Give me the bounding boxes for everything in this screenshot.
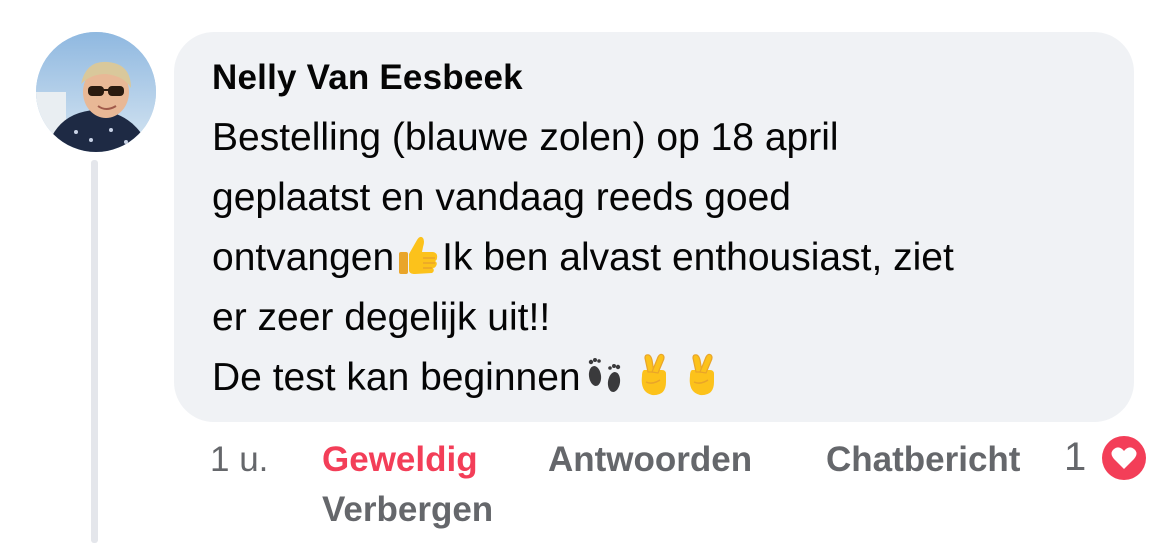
thumbs-up-icon bbox=[395, 232, 441, 278]
timestamp[interactable]: 1 u. bbox=[210, 440, 268, 480]
thread-line bbox=[91, 160, 98, 543]
reaction-count[interactable]: 1 bbox=[1064, 435, 1086, 480]
reaction-button[interactable]: Geweldig bbox=[322, 440, 478, 480]
comment-line: geplaatst en vandaag reeds goed bbox=[212, 168, 1122, 228]
comment-text: Bestelling (blauwe zolen) op 18 april bbox=[212, 116, 839, 159]
comment-line: er zeer degelijk uit!! bbox=[212, 288, 1122, 348]
footprints-icon bbox=[582, 352, 628, 398]
comment-line: ontvangen Ik ben alvast enthousiast, zie… bbox=[212, 228, 1122, 288]
crossed-fingers-icon bbox=[630, 352, 676, 398]
comment-text: Ik ben alvast enthousiast, ziet bbox=[442, 236, 954, 279]
comment-text: er zeer degelijk uit!! bbox=[212, 296, 551, 339]
heart-icon[interactable] bbox=[1098, 432, 1150, 484]
crossed-fingers-icon bbox=[678, 352, 724, 398]
comment-line: De test kan beginnen bbox=[212, 348, 1122, 408]
comment-text: geplaatst en vandaag reeds goed bbox=[212, 176, 791, 219]
reply-button[interactable]: Antwoorden bbox=[548, 440, 752, 480]
hide-button[interactable]: Verbergen bbox=[322, 490, 493, 530]
comment-body: Bestelling (blauwe zolen) op 18 april ge… bbox=[212, 108, 1122, 408]
comment-author[interactable]: Nelly Van Eesbeek bbox=[212, 58, 523, 98]
comment-text: De test kan beginnen bbox=[212, 356, 581, 399]
comment-line: Bestelling (blauwe zolen) op 18 april bbox=[212, 108, 1122, 168]
avatar-photo bbox=[36, 32, 156, 152]
comment-text: ontvangen bbox=[212, 236, 395, 279]
message-button[interactable]: Chatbericht bbox=[826, 440, 1020, 480]
avatar[interactable] bbox=[36, 32, 156, 152]
